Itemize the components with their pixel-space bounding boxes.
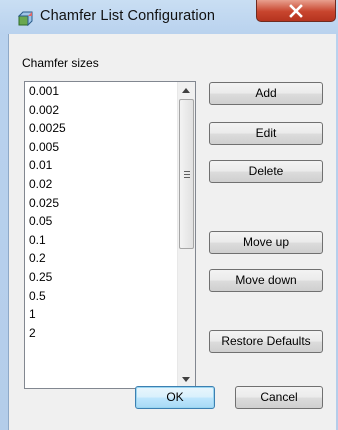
- list-item[interactable]: 0.1: [25, 231, 175, 250]
- scroll-up-button[interactable]: [178, 82, 195, 99]
- list-item[interactable]: 0.02: [25, 175, 175, 194]
- list-item[interactable]: 0.001: [25, 82, 175, 101]
- list-item[interactable]: 0.01: [25, 156, 175, 175]
- title-bar[interactable]: Chamfer List Configuration: [0, 0, 338, 34]
- window-title: Chamfer List Configuration: [40, 8, 216, 24]
- close-button[interactable]: [256, 0, 336, 22]
- list-item[interactable]: 0.5: [25, 287, 175, 306]
- move-up-button[interactable]: Move up: [209, 231, 323, 254]
- ok-button[interactable]: OK: [135, 386, 215, 409]
- list-item[interactable]: 2: [25, 324, 175, 343]
- list-item[interactable]: 1: [25, 305, 175, 324]
- restore-defaults-button[interactable]: Restore Defaults: [209, 330, 323, 353]
- move-down-button[interactable]: Move down: [209, 269, 323, 292]
- chamfer-sizes-label: Chamfer sizes: [22, 56, 99, 70]
- chamfer-sizes-list[interactable]: 0.001 0.002 0.0025 0.005 0.01 0.02 0.025 0.05 0.…: [24, 81, 196, 389]
- list-item[interactable]: 0.05: [25, 212, 175, 231]
- grip-icon: [184, 171, 190, 178]
- list-item[interactable]: 0.25: [25, 268, 175, 287]
- up-arrow-icon: [182, 88, 190, 93]
- cancel-button[interactable]: Cancel: [235, 386, 323, 409]
- add-button[interactable]: Add: [209, 82, 323, 105]
- down-arrow-icon: [182, 377, 190, 382]
- dialog-body: Chamfer sizes 0.001 0.002 0.0025 0.005 0.01 0…: [8, 34, 336, 430]
- list-items: 0.001 0.002 0.0025 0.005 0.01 0.02 0.025 0.05 0.…: [25, 82, 175, 342]
- list-item[interactable]: 0.005: [25, 138, 175, 157]
- list-item[interactable]: 0.2: [25, 249, 175, 268]
- vertical-scrollbar[interactable]: [177, 82, 195, 388]
- dialog-window: Chamfer List Configuration Chamfer sizes…: [0, 0, 338, 430]
- delete-button[interactable]: Delete: [209, 160, 323, 183]
- list-item[interactable]: 0.002: [25, 101, 175, 120]
- edit-button[interactable]: Edit: [209, 122, 323, 145]
- scroll-thumb[interactable]: [179, 99, 194, 249]
- list-item[interactable]: 0.0025: [25, 119, 175, 138]
- chamfer-app-icon: [17, 10, 34, 27]
- list-item[interactable]: 0.025: [25, 194, 175, 213]
- close-icon: [289, 4, 303, 18]
